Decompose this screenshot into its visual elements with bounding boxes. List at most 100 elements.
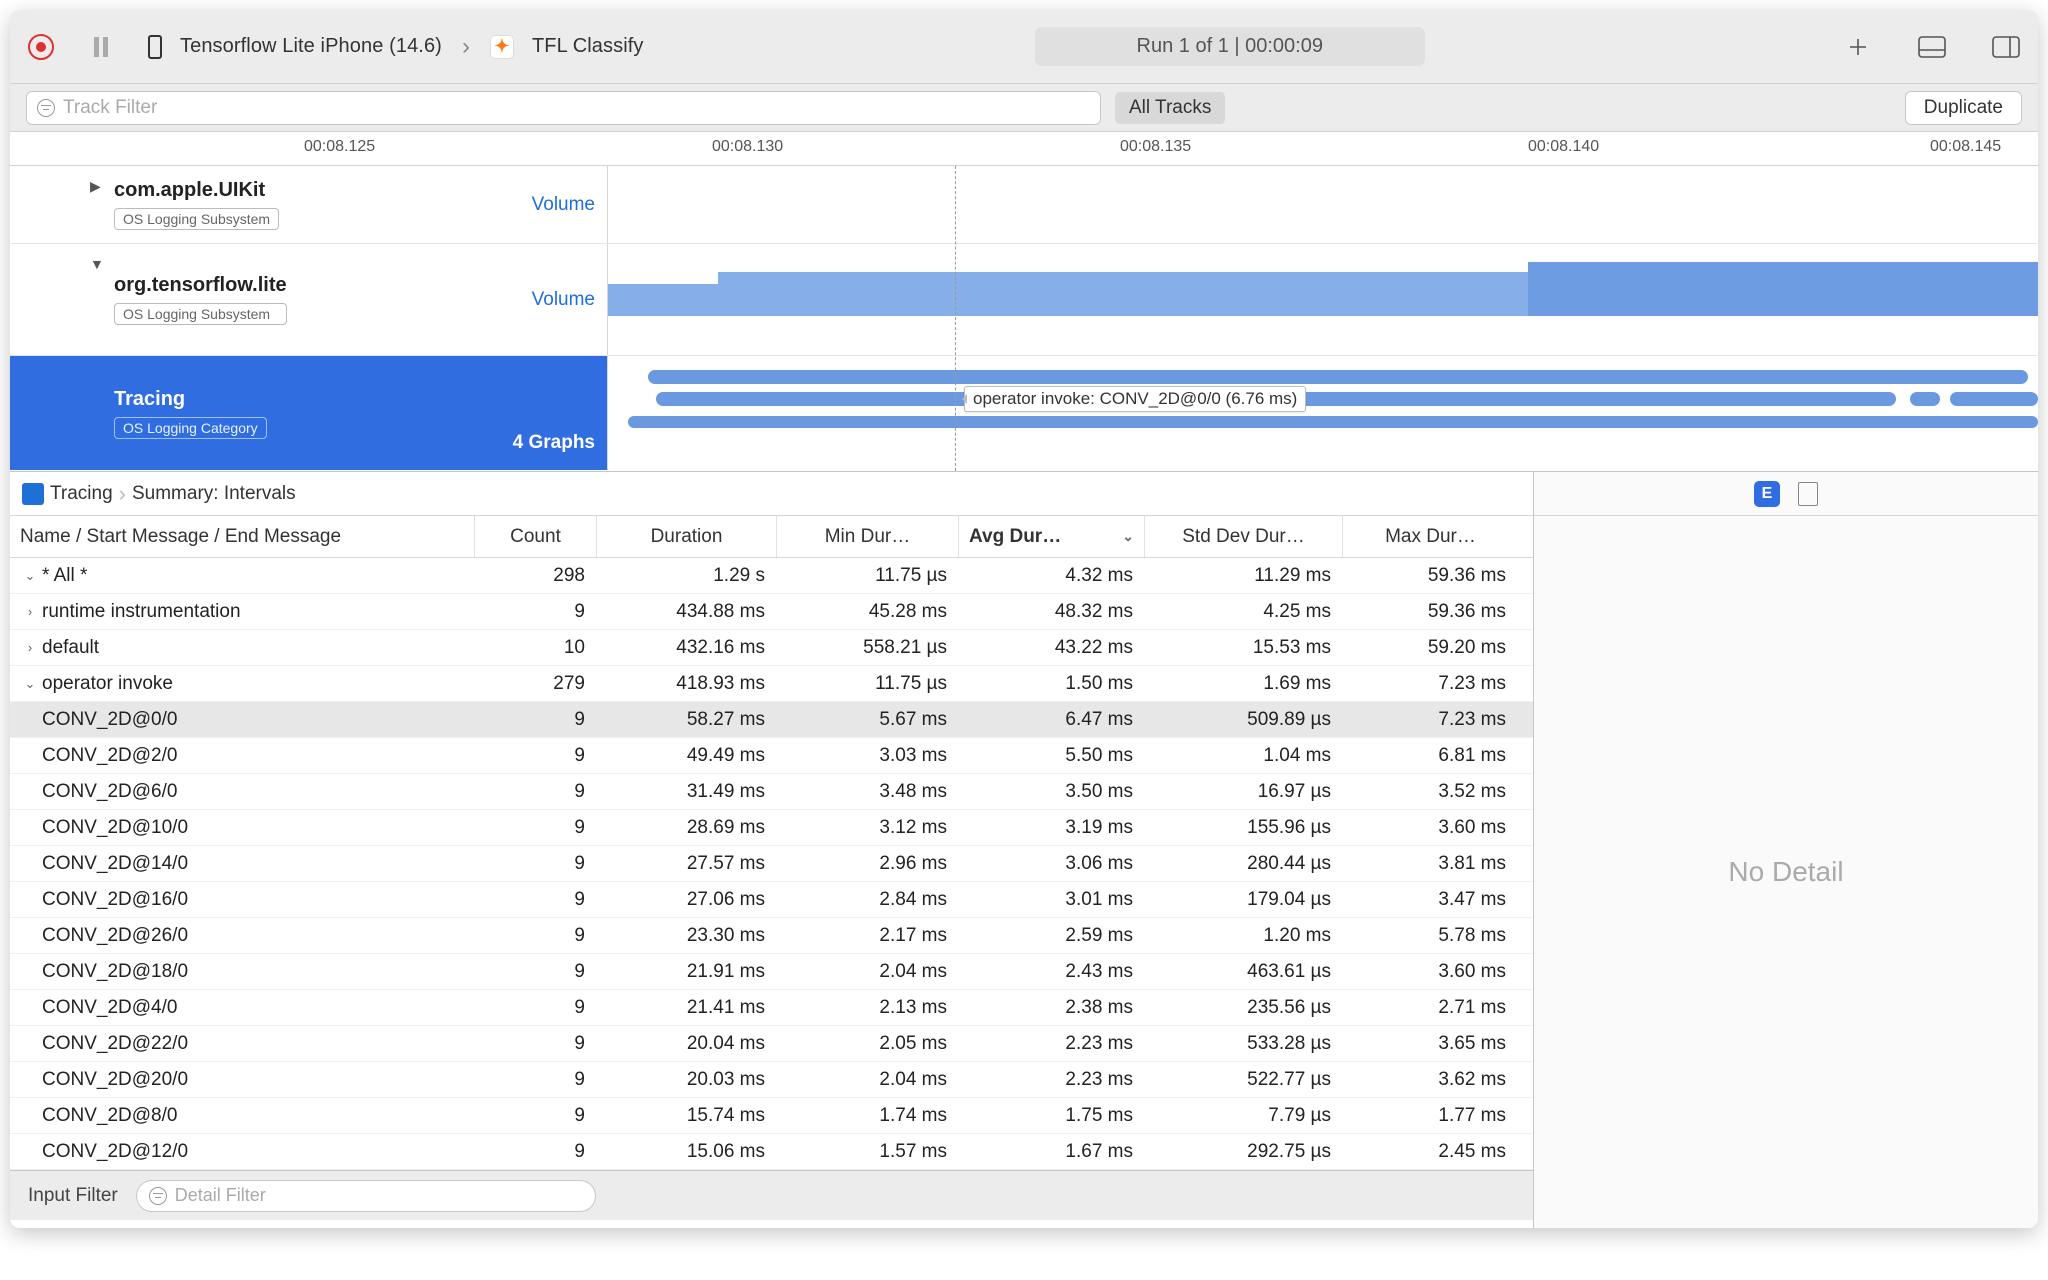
disclosure-icon[interactable]: ›	[22, 604, 38, 619]
table-row[interactable]: CONV_2D@26/0923.30 ms2.17 ms2.59 ms1.20 …	[10, 918, 1533, 954]
track-filter-placeholder: Track Filter	[63, 97, 157, 119]
table-row[interactable]: CONV_2D@14/0927.57 ms2.96 ms3.06 ms280.4…	[10, 846, 1533, 882]
row-name: CONV_2D@0/0	[42, 709, 177, 731]
row-std: 4.25 ms	[1145, 601, 1343, 623]
table-row[interactable]: CONV_2D@8/0915.74 ms1.74 ms1.75 ms7.79 µ…	[10, 1098, 1533, 1134]
track-filter-input[interactable]: Track Filter	[26, 91, 1101, 125]
tracing-icon	[22, 483, 44, 505]
trace-tooltip: operator invoke: CONV_2D@0/0 (6.76 ms)	[964, 386, 1306, 412]
track-title: Tracing	[114, 388, 267, 411]
row-count: 9	[475, 997, 597, 1019]
table-row[interactable]: CONV_2D@22/0920.04 ms2.05 ms2.23 ms533.2…	[10, 1026, 1533, 1062]
row-min: 2.96 ms	[777, 853, 959, 875]
target-app-label[interactable]: TFL Classify	[532, 35, 644, 58]
track-mode-label[interactable]: Volume	[532, 194, 595, 216]
row-max: 2.45 ms	[1343, 1141, 1518, 1163]
row-min: 45.28 ms	[777, 601, 959, 623]
row-duration: 432.16 ms	[597, 637, 777, 659]
col-duration[interactable]: Duration	[597, 516, 777, 557]
row-name: CONV_2D@2/0	[42, 745, 177, 767]
row-min: 3.48 ms	[777, 781, 959, 803]
row-max: 3.60 ms	[1343, 817, 1518, 839]
input-filter-label[interactable]: Input Filter	[28, 1185, 118, 1207]
col-name[interactable]: Name / Start Message / End Message	[10, 516, 475, 557]
extended-detail-tab[interactable]: E	[1754, 481, 1780, 507]
row-duration: 23.30 ms	[597, 925, 777, 947]
record-button[interactable]	[28, 34, 54, 60]
row-avg: 2.38 ms	[959, 997, 1145, 1019]
layout-sidebar-icon[interactable]	[1992, 36, 2020, 58]
document-icon[interactable]	[1798, 482, 1818, 506]
table-row[interactable]: CONV_2D@6/0931.49 ms3.48 ms3.50 ms16.97 …	[10, 774, 1533, 810]
row-max: 3.47 ms	[1343, 889, 1518, 911]
tracing-graph[interactable]: operator invoke: CONV_2D@0/0 (6.76 ms)	[608, 356, 2038, 470]
row-max: 3.62 ms	[1343, 1069, 1518, 1091]
table-row[interactable]: ⌄operator invoke279418.93 ms11.75 µs1.50…	[10, 666, 1533, 702]
duplicate-button[interactable]: Duplicate	[1905, 91, 2022, 125]
table-row[interactable]: CONV_2D@4/0921.41 ms2.13 ms2.38 ms235.56…	[10, 990, 1533, 1026]
col-min-dur[interactable]: Min Dur…	[777, 516, 959, 557]
row-duration: 49.49 ms	[597, 745, 777, 767]
disclosure-icon[interactable]: ⌄	[22, 568, 38, 584]
table-row[interactable]: ›runtime instrumentation9434.88 ms45.28 …	[10, 594, 1533, 630]
crumb-tracing[interactable]: Tracing	[50, 483, 113, 505]
row-min: 2.84 ms	[777, 889, 959, 911]
chevron-right-icon: ›	[456, 33, 476, 61]
time-ruler[interactable]: 00:08.125 00:08.130 00:08.135 00:08.140 …	[10, 132, 2038, 166]
device-label[interactable]: Tensorflow Lite iPhone (14.6)	[180, 35, 442, 58]
table-body[interactable]: ⌄* All *2981.29 s11.75 µs4.32 ms11.29 ms…	[10, 558, 1533, 1170]
crumb-summary[interactable]: Summary: Intervals	[132, 483, 296, 505]
track-uikit[interactable]: ▶ com.apple.UIKit OS Logging Subsystem V…	[10, 166, 2038, 244]
row-max: 3.81 ms	[1343, 853, 1518, 875]
table-row[interactable]: CONV_2D@2/0949.49 ms3.03 ms5.50 ms1.04 m…	[10, 738, 1533, 774]
table-row[interactable]: CONV_2D@10/0928.69 ms3.12 ms3.19 ms155.9…	[10, 810, 1533, 846]
table-row[interactable]: ›default10432.16 ms558.21 µs43.22 ms15.5…	[10, 630, 1533, 666]
row-min: 2.04 ms	[777, 1069, 959, 1091]
disclosure-icon[interactable]: ›	[22, 640, 38, 655]
col-max-dur[interactable]: Max Dur…	[1343, 516, 1518, 557]
ruler-tick: 00:08.125	[304, 138, 375, 156]
filter-bar: Track Filter All Tracks Duplicate	[10, 84, 2038, 132]
row-min: 2.05 ms	[777, 1033, 959, 1055]
row-avg: 6.47 ms	[959, 709, 1145, 731]
table-row[interactable]: CONV_2D@0/0958.27 ms5.67 ms6.47 ms509.89…	[10, 702, 1533, 738]
row-std: 1.20 ms	[1145, 925, 1343, 947]
add-button[interactable]	[1844, 36, 1872, 58]
table-row[interactable]: ⌄* All *2981.29 s11.75 µs4.32 ms11.29 ms…	[10, 558, 1533, 594]
row-name: CONV_2D@16/0	[42, 889, 188, 911]
row-avg: 1.75 ms	[959, 1105, 1145, 1127]
run-status-pill[interactable]: Run 1 of 1 | 00:00:09	[1035, 27, 1425, 66]
row-duration: 58.27 ms	[597, 709, 777, 731]
row-duration: 15.74 ms	[597, 1105, 777, 1127]
table-row[interactable]: CONV_2D@20/0920.03 ms2.04 ms2.23 ms522.7…	[10, 1062, 1533, 1098]
row-avg: 48.32 ms	[959, 601, 1145, 623]
table-row[interactable]: CONV_2D@18/0921.91 ms2.04 ms2.43 ms463.6…	[10, 954, 1533, 990]
all-tracks-button[interactable]: All Tracks	[1115, 92, 1225, 124]
row-count: 9	[475, 961, 597, 983]
track-tflite[interactable]: ▼ org.tensorflow.lite OS Logging Subsyst…	[10, 244, 2038, 356]
detail-right: E No Detail	[1534, 472, 2038, 1228]
row-duration: 418.93 ms	[597, 673, 777, 695]
row-max: 59.20 ms	[1343, 637, 1518, 659]
table-row[interactable]: CONV_2D@12/0915.06 ms1.57 ms1.67 ms292.7…	[10, 1134, 1533, 1170]
disclosure-right-icon[interactable]: ▶	[90, 178, 101, 195]
col-avg-dur[interactable]: Avg Dur…⌄	[959, 516, 1145, 557]
row-max: 59.36 ms	[1343, 601, 1518, 623]
row-avg: 43.22 ms	[959, 637, 1145, 659]
table-row[interactable]: CONV_2D@16/0927.06 ms2.84 ms3.01 ms179.0…	[10, 882, 1533, 918]
row-duration: 31.49 ms	[597, 781, 777, 803]
row-name: CONV_2D@4/0	[42, 997, 177, 1019]
row-std: 179.04 µs	[1145, 889, 1343, 911]
detail-filter-input[interactable]: Detail Filter	[136, 1180, 596, 1212]
track-tracing[interactable]: Tracing OS Logging Category 4 Graphs ope…	[10, 356, 2038, 470]
disclosure-icon[interactable]: ⌄	[22, 676, 38, 692]
col-count[interactable]: Count	[475, 516, 597, 557]
row-min: 1.57 ms	[777, 1141, 959, 1163]
disclosure-down-icon[interactable]: ▼	[90, 256, 104, 272]
col-std-dur[interactable]: Std Dev Dur…	[1145, 516, 1343, 557]
layout-split-icon[interactable]	[1918, 36, 1946, 58]
track-mode-label[interactable]: Volume	[532, 289, 595, 311]
pause-button[interactable]	[94, 37, 108, 57]
row-name: CONV_2D@26/0	[42, 925, 188, 947]
row-max: 3.52 ms	[1343, 781, 1518, 803]
